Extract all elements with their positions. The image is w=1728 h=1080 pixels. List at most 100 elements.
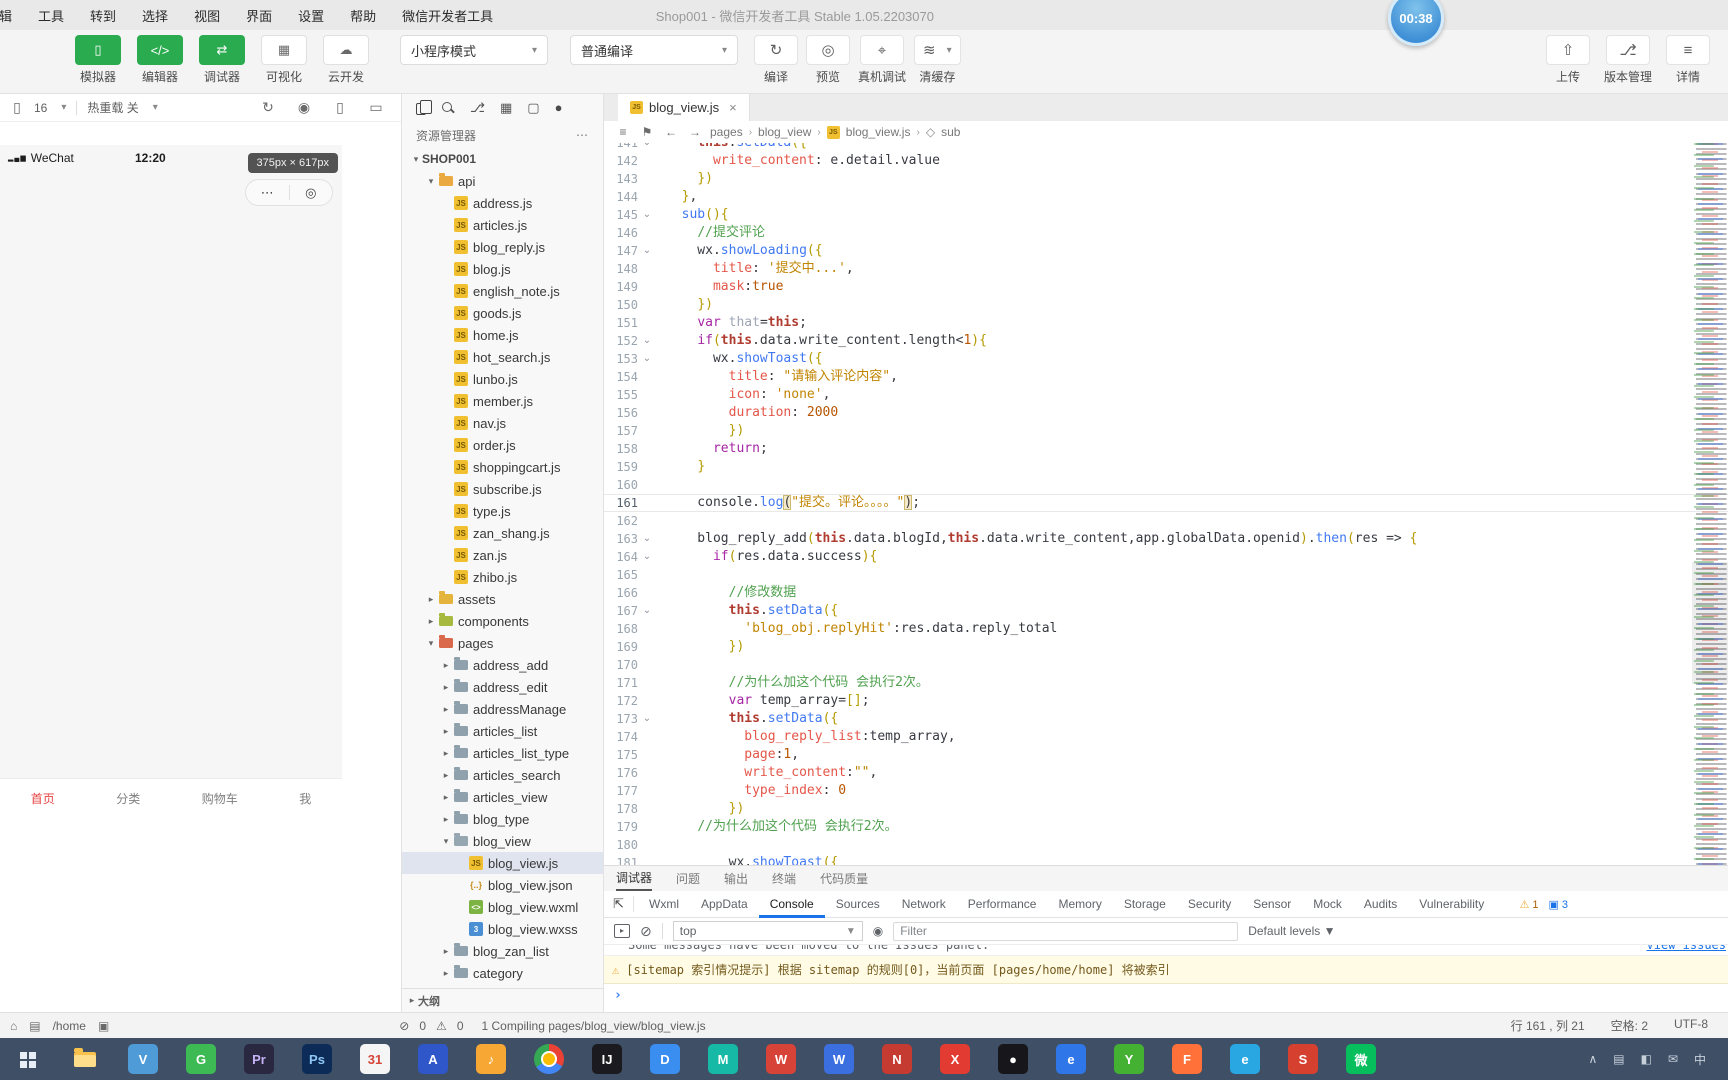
more-button[interactable]: ⋯	[246, 185, 289, 201]
phone-tab-我[interactable]: 我	[299, 790, 311, 807]
outline-section[interactable]: ▸ 大纲	[402, 988, 603, 1012]
outline-list-icon[interactable]: ≡	[614, 125, 632, 139]
debug-tab-代码质量[interactable]: 代码质量	[820, 866, 868, 891]
action-bug-button[interactable]: ⌖真机调试	[858, 35, 906, 85]
action-upload-button[interactable]: ⇧上传	[1546, 35, 1590, 85]
screenshot-icon[interactable]: ▭	[365, 99, 387, 116]
devtools-tab-AppData[interactable]: AppData	[690, 891, 759, 918]
action-stack-button[interactable]: ≋▾清缓存	[914, 35, 961, 85]
devtools-tab-Network[interactable]: Network	[891, 891, 957, 918]
tree-item-articles_search[interactable]: ▸articles_search	[402, 764, 603, 786]
tree-item-nav.js[interactable]: JSnav.js	[402, 412, 603, 434]
taskbar-ie[interactable]: e	[1230, 1044, 1260, 1074]
problems-indicator[interactable]: ⊘0 ⚠0	[399, 1019, 463, 1033]
taskbar-app-green[interactable]: G	[186, 1044, 216, 1074]
phone-tab-分类[interactable]: 分类	[116, 790, 140, 807]
phone-tab-购物车[interactable]: 购物车	[202, 790, 238, 807]
remote-icon[interactable]: ⌂	[10, 1019, 17, 1033]
taskbar-security[interactable]: S	[1288, 1044, 1318, 1074]
minimap-slider[interactable]	[1692, 562, 1728, 685]
devtools-tab-Console[interactable]: Console	[759, 891, 825, 918]
fold-icon[interactable]: ⌄	[638, 332, 656, 350]
taskbar-calendar[interactable]: 31	[360, 1044, 390, 1074]
encoding[interactable]: UTF-8	[1674, 1017, 1708, 1034]
tree-item-blog_type[interactable]: ▸blog_type	[402, 808, 603, 830]
view-issues-link[interactable]: View issues	[1647, 945, 1726, 952]
taskbar-chrome[interactable]	[534, 1044, 564, 1074]
inspect-icon[interactable]: ⇱	[604, 896, 634, 912]
bookmark-icon[interactable]: ⚑	[638, 125, 656, 139]
menu-item-1[interactable]: 工具	[25, 0, 77, 30]
fold-icon[interactable]: ⌄	[638, 242, 656, 260]
tree-item-blog_view.wxss[interactable]: 3blog_view.wxss	[402, 918, 603, 940]
fold-icon[interactable]: ⌄	[638, 710, 656, 728]
taskbar-dingtalk[interactable]: D	[650, 1044, 680, 1074]
tools-icon[interactable]: ▤	[29, 1019, 40, 1033]
multi-frame-icon[interactable]: ▸	[614, 924, 630, 938]
scale-value[interactable]: 16	[34, 101, 47, 115]
devtools-tab-Security[interactable]: Security	[1177, 891, 1242, 918]
tree-item-subscribe.js[interactable]: JSsubscribe.js	[402, 478, 603, 500]
menu-item-4[interactable]: 视图	[181, 0, 233, 30]
devtools-tab-Wxml[interactable]: Wxml	[638, 891, 690, 918]
log-levels-select[interactable]: Default levels ▼	[1248, 924, 1335, 938]
debug-tab-调试器[interactable]: 调试器	[616, 866, 652, 891]
minimap[interactable]	[1692, 143, 1728, 865]
tree-item-address_edit[interactable]: ▸address_edit	[402, 676, 603, 698]
tree-item-zan.js[interactable]: JSzan.js	[402, 544, 603, 566]
tree-item-hot_search.js[interactable]: JShot_search.js	[402, 346, 603, 368]
devtools-tab-Memory[interactable]: Memory	[1047, 891, 1112, 918]
indent-setting[interactable]: 空格: 2	[1611, 1017, 1648, 1034]
breadcrumb-item-sub[interactable]: sub	[941, 125, 960, 139]
tree-item-zan_shang.js[interactable]: JSzan_shang.js	[402, 522, 603, 544]
toolbar-phone-button[interactable]: ▯模拟器	[72, 35, 124, 85]
devtools-tab-Sensor[interactable]: Sensor	[1242, 891, 1302, 918]
action-eye-button[interactable]: ◎预览	[806, 35, 850, 85]
close-icon[interactable]: ×	[729, 100, 737, 115]
action-branch-button[interactable]: ⎇版本管理	[1604, 35, 1652, 85]
record-icon[interactable]: ◉	[293, 99, 315, 116]
breadcrumb-item-pages[interactable]: pages	[710, 125, 743, 139]
tree-item-pages[interactable]: ▾pages	[402, 632, 603, 654]
taskbar-app-red-w[interactable]: W	[766, 1044, 796, 1074]
menu-item-5[interactable]: 界面	[233, 0, 285, 30]
menu-item-2[interactable]: 转到	[77, 0, 129, 30]
devtools-tab-Sources[interactable]: Sources	[825, 891, 891, 918]
close-button[interactable]: ◎	[290, 185, 333, 201]
menu-item-3[interactable]: 选择	[129, 0, 181, 30]
toolbar-cloud-button[interactable]: ☁云开发	[320, 35, 372, 85]
compile-select[interactable]: 普通编译▾	[570, 35, 738, 65]
cloud-status-icon[interactable]: ●	[555, 101, 563, 115]
back-icon[interactable]: ←	[662, 125, 680, 139]
mode-select[interactable]: 小程序模式▾	[400, 35, 548, 65]
taskbar-music[interactable]: ♪	[476, 1044, 506, 1074]
menu-item-8[interactable]: 微信开发者工具	[389, 0, 506, 30]
hot-reload-toggle[interactable]: 热重载 关	[87, 99, 138, 116]
fold-icon[interactable]: ⌄	[638, 602, 656, 620]
taskbar-photoshop[interactable]: Ps	[302, 1044, 332, 1074]
tray-icon-0[interactable]: ∧	[1588, 1052, 1597, 1066]
tray-icon-2[interactable]: ◧	[1641, 1052, 1652, 1066]
tree-item-blog_view.js[interactable]: JSblog_view.js	[402, 852, 603, 874]
fold-icon[interactable]: ⌄	[638, 350, 656, 368]
menu-item-0[interactable]: 辑	[0, 0, 25, 30]
tree-item-articles_view[interactable]: ▸articles_view	[402, 786, 603, 808]
cursor-position[interactable]: 行 161 , 列 21	[1511, 1017, 1585, 1034]
taskbar-netease[interactable]: N	[882, 1044, 912, 1074]
tree-item-shoppingcart.js[interactable]: JSshoppingcart.js	[402, 456, 603, 478]
tree-item-blog_view.wxml[interactable]: <>blog_view.wxml	[402, 896, 603, 918]
tree-item-blog_view.json[interactable]: {..}blog_view.json	[402, 874, 603, 896]
breadcrumb-item-blog_view.js[interactable]: blog_view.js	[846, 125, 911, 139]
taskbar-wechat[interactable]: 微	[1346, 1044, 1376, 1074]
menu-item-6[interactable]: 设置	[285, 0, 337, 30]
workspace-path[interactable]: /home	[53, 1019, 86, 1033]
breadcrumb-item-blog_view[interactable]: blog_view	[758, 125, 811, 139]
tree-item-api[interactable]: ▾api	[402, 170, 603, 192]
tree-item-address_add[interactable]: ▸address_add	[402, 654, 603, 676]
action-list-button[interactable]: ≡详情	[1666, 35, 1710, 85]
code-editor[interactable]: 141⌄ this.setData({142 write_content: e.…	[604, 143, 1728, 865]
tree-item-assets[interactable]: ▸assets	[402, 588, 603, 610]
tree-item-type.js[interactable]: JStype.js	[402, 500, 603, 522]
toolbar-code-button[interactable]: </>编辑器	[134, 35, 186, 85]
devtools-tab-Vulnerability[interactable]: Vulnerability	[1408, 891, 1495, 918]
